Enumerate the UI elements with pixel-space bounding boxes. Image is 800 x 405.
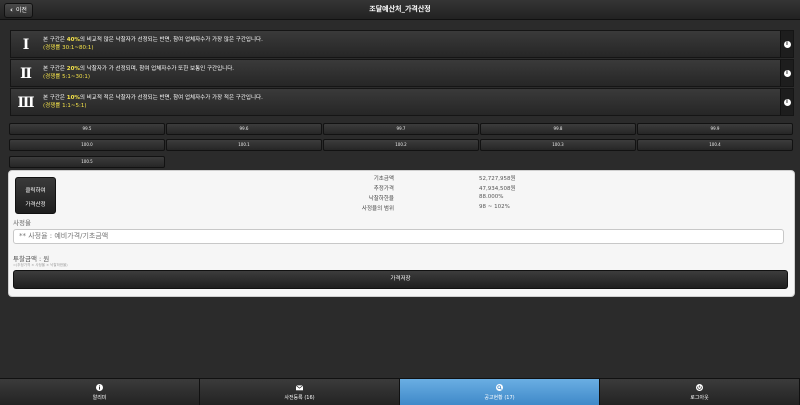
rate-button[interactable]: 100.5 [9, 156, 165, 168]
info-button[interactable]: i [780, 60, 793, 86]
bid-amount-label: 투찰금액 : 원 [13, 255, 50, 263]
info-row-estimated-price: 추정가격 47,934,508원 [373, 186, 516, 192]
mail-icon [296, 385, 303, 391]
price-calc-panel: 클릭하여 가격산정 기초금액 52,727,958원 추정가격 47,934,5… [8, 170, 795, 297]
tab-announcements[interactable]: 공고현황 (17) [400, 379, 600, 405]
rate-button[interactable]: 100.2 [323, 139, 479, 151]
rate-button[interactable]: 99.8 [480, 123, 636, 135]
info-button[interactable]: i [780, 89, 793, 115]
info-row-base-amount: 기초금액 52,727,958원 [373, 176, 516, 182]
rate-button[interactable]: 100.0 [9, 139, 165, 151]
rate-button[interactable]: 100.1 [166, 139, 322, 151]
notice-text: 본 구간은 40%의 비교적 많은 낙찰자가 선정되는 반면, 참여 업체자수가… [43, 37, 263, 51]
notice-text: 본 구간은 10%의 비교적 적은 낙찰자가 선정되는 반면, 참여 업체자수가… [43, 95, 263, 109]
rate-button[interactable]: 99.7 [323, 123, 479, 135]
info-icon: i [783, 40, 791, 48]
info-icon: i [783, 98, 791, 106]
info-icon: i [783, 69, 791, 77]
page-title: 조달예산처_가격산정 [369, 5, 431, 13]
rate-label: 사정율 [13, 219, 31, 227]
power-icon [696, 384, 703, 391]
tab-alerts[interactable]: 알리미 [0, 379, 200, 405]
notice-tier-2: Ⅱ 본 구간은 20%의 낙찰자가 가 선정되며, 참여 업체자수가 또한 보통… [10, 59, 794, 87]
rate-button[interactable]: 100.4 [637, 139, 793, 151]
rate-input[interactable] [13, 229, 784, 244]
rate-button[interactable]: 99.9 [637, 123, 793, 135]
save-price-button[interactable]: 가격저장 [13, 270, 788, 289]
info-button[interactable]: i [780, 31, 793, 57]
roman-numeral-3: Ⅲ [17, 95, 35, 111]
notice-text: 본 구간은 20%의 낙찰자가 가 선정되며, 참여 업체자수가 또한 보통인 … [43, 66, 235, 80]
rate-button[interactable]: 99.6 [166, 123, 322, 135]
roman-numeral-1: Ⅰ [22, 37, 30, 53]
bottom-tab-bar: 알리미 사전등록 (16) 공고현황 (17) 로그아웃 [0, 378, 800, 405]
search-icon [496, 384, 503, 391]
competition-ratio: (경쟁률 30:1~80:1) [43, 45, 94, 51]
rate-button[interactable]: 100.3 [480, 139, 636, 151]
price-info-table: 기초금액 52,727,958원 추정가격 47,934,508원 낙찰하한율 … [264, 174, 554, 214]
competition-ratio: (경쟁률 5:1~30:1) [43, 74, 91, 80]
formula-text: =(추정가격 × 사정율 × 낙찰하한율) [13, 263, 68, 267]
info-row-rate-range: 사정율의 범위 98 ~ 102% [361, 204, 510, 212]
tab-logout[interactable]: 로그아웃 [600, 379, 800, 405]
info-row-min-bid-rate: 낙찰하한율 88.000% [368, 194, 504, 202]
notice-tier-3: Ⅲ 본 구간은 10%의 비교적 적은 낙찰자가 선정되는 반면, 참여 업체자… [10, 88, 794, 116]
header-bar: ‹ 이전 조달예산처_가격산정 [0, 0, 800, 20]
competition-ratio: (경쟁률 1:1~5:1) [43, 103, 87, 109]
info-icon [96, 384, 103, 391]
roman-numeral-2: Ⅱ [20, 66, 32, 82]
notice-tier-1: Ⅰ 본 구간은 40%의 비교적 많은 낙찰자가 선정되는 반면, 참여 업체자… [10, 30, 794, 58]
rate-button[interactable]: 99.5 [9, 123, 165, 135]
calculate-price-button[interactable]: 클릭하여 가격산정 [15, 177, 56, 214]
tab-pre-registration[interactable]: 사전등록 (16) [200, 379, 400, 405]
